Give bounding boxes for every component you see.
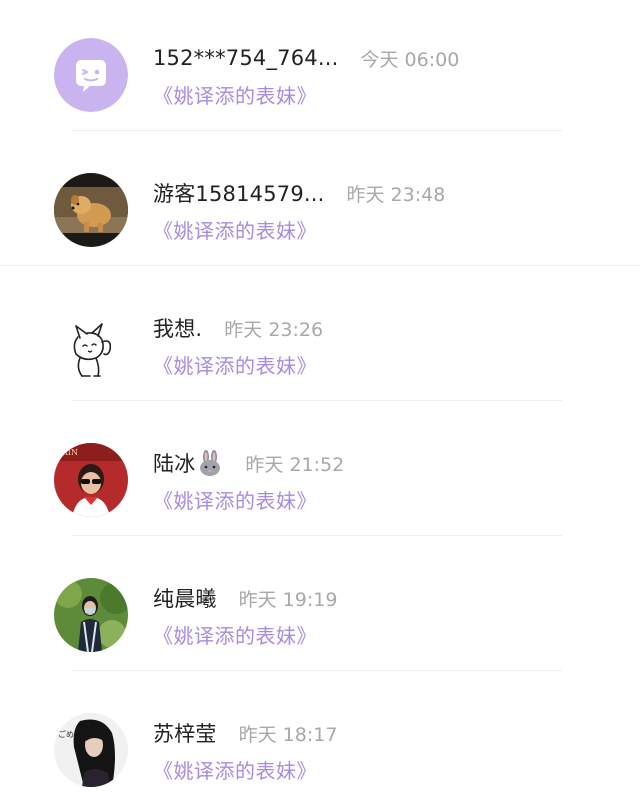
work-title-link[interactable]: 《姚译添的表妹》 [153,215,317,244]
svg-text:ごめ: ごめ [58,729,74,739]
work-title-link[interactable]: 《姚译添的表妹》 [153,620,317,649]
username[interactable]: 纯晨曦 [153,583,217,613]
avatar[interactable] [54,173,128,247]
username[interactable]: 152***754_764... [153,46,338,70]
girl-dark-hair-photo-icon: ごめ [54,713,128,787]
divider [72,400,562,401]
puppy-photo-icon [54,173,128,247]
list-item[interactable]: 纯晨曦 昨天 19:19 《姚译添的表妹》 [0,540,640,675]
work-title-link[interactable]: 《姚译添的表妹》 [153,80,317,109]
username[interactable]: 陆冰 [153,448,195,478]
default-avatar[interactable] [54,38,128,112]
work-title-link[interactable]: 《姚译添的表妹》 [153,485,317,514]
avatar[interactable]: AIN [54,443,128,517]
timestamp: 昨天 23:48 [346,183,446,206]
timestamp: 昨天 21:52 [245,453,345,476]
timestamp: 昨天 18:17 [238,723,338,746]
list-item[interactable]: 152***754_764... 今天 06:00 《姚译添的表妹》 [0,0,640,135]
cartoon-cat-icon [54,308,128,382]
svg-text:AIN: AIN [61,448,78,457]
list-item[interactable]: AIN 陆冰 昨天 21:52 《姚译添的表妹》 [0,405,640,540]
username[interactable]: 苏梓莹 [153,718,217,748]
comment-list: 152***754_764... 今天 06:00 《姚译添的表妹》 游客158… [0,0,640,797]
list-item[interactable]: 游客15814579... 昨天 23:48 《姚译添的表妹》 [0,135,640,270]
list-item[interactable]: ごめ 苏梓莹 昨天 18:17 《姚译添的表妹》 [0,675,640,810]
divider [72,670,562,671]
person-outdoor-photo-icon [54,578,128,652]
username[interactable]: 我想. [153,313,202,343]
work-title-link[interactable]: 《姚译添的表妹》 [153,350,317,379]
timestamp: 今天 06:00 [360,48,460,71]
person-sunglasses-photo-icon: AIN [54,443,128,517]
divider [72,130,562,131]
rabbit-emoji-icon [197,449,223,477]
username[interactable]: 游客15814579... [153,178,325,208]
divider [0,265,640,266]
avatar[interactable]: ごめ [54,713,128,787]
avatar[interactable] [54,578,128,652]
work-title-link[interactable]: 《姚译添的表妹》 [153,755,317,784]
list-item[interactable]: 我想. 昨天 23:26 《姚译添的表妹》 [0,270,640,405]
avatar[interactable] [54,308,128,382]
timestamp: 昨天 19:19 [238,588,338,611]
chat-bubble-icon [54,38,128,112]
timestamp: 昨天 23:26 [224,318,324,341]
divider [72,535,562,536]
